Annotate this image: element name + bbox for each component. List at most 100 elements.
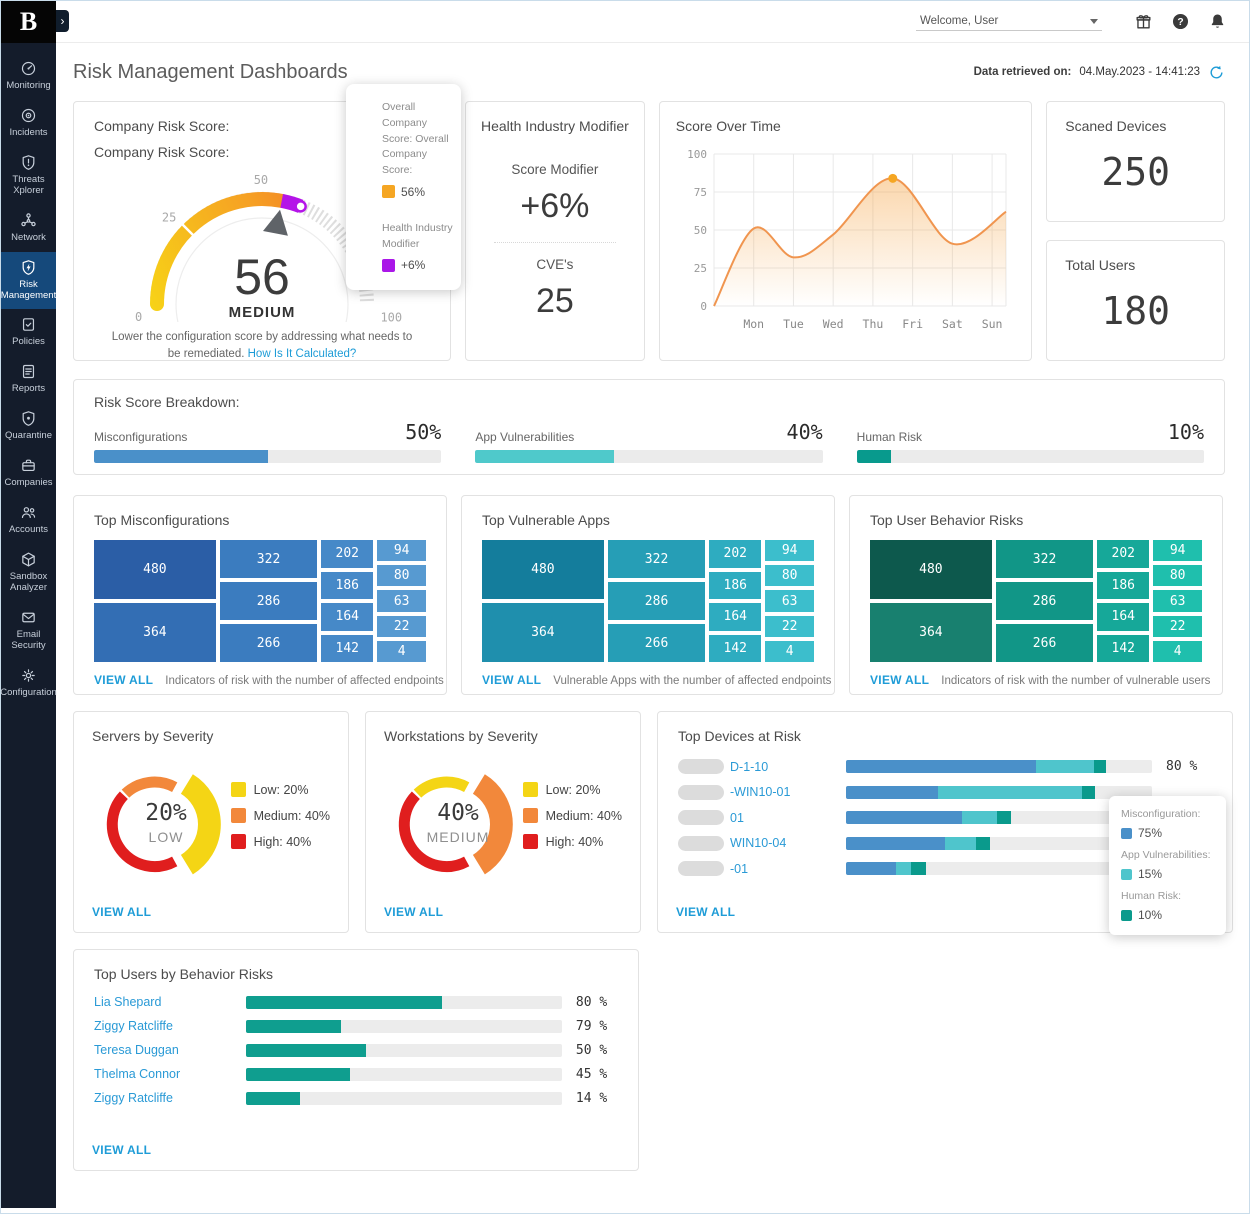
treemap-view-all-link[interactable]: VIEW ALL [870,673,929,687]
sidebar-item-monitoring[interactable]: Monitoring [1,53,56,100]
total-users-value: 180 [1065,289,1206,333]
risk-score-breakdown-card: Risk Score Breakdown: Misconfigurations5… [73,379,1225,475]
legend-label: High: 40% [254,835,312,849]
user-risk-bar [246,1044,562,1057]
servers-view-all-link[interactable]: VIEW ALL [92,905,151,919]
device-name-link[interactable]: -01 [730,862,846,876]
sidebar-expand-chevron-icon[interactable]: › [56,10,69,32]
how-calculated-link[interactable]: How Is It Calculated? [248,348,357,360]
device-name-link[interactable]: 01 [730,811,846,825]
sidebar-item-network[interactable]: Network [1,205,56,252]
monitoring-icon [20,60,37,77]
sidebar-item-label: Risk Management [1,280,56,302]
device-risk-bar [846,760,1152,773]
treemap-cell: 142 [321,635,373,663]
treemap-cell: 142 [1097,635,1149,663]
score-modifier-label: Score Modifier [476,162,634,177]
sidebar-item-companies[interactable]: Companies [1,450,56,497]
gauge-tooltip-overall-value: 56% [401,185,425,199]
notifications-bell-icon[interactable] [1208,12,1227,31]
treemap-cell: 364 [482,603,604,662]
svg-text:25: 25 [694,262,707,275]
treemap-title: Top User Behavior Risks [870,512,1202,528]
modifier-swatch [382,259,395,272]
treemap-caption: Vulnerable Apps with the number of affec… [553,675,831,687]
sidebar-item-reports[interactable]: Reports [1,356,56,403]
treemap-caption: Indicators of risk with the number of af… [165,675,444,687]
treemap-cell: 322 [608,540,705,578]
refresh-icon[interactable] [1208,64,1225,81]
treemap-cell: 4 [377,641,426,662]
devices-view-all-link[interactable]: VIEW ALL [676,905,735,919]
user-menu[interactable]: Welcome, User [916,12,1102,31]
svg-text:?: ? [1177,17,1183,28]
sidebar-item-threats[interactable]: Threats Xplorer [1,147,56,205]
servers-severity-legend: Low: 20%Medium: 40%High: 40% [231,782,330,906]
legend-item: Low: 20% [523,782,622,797]
top-users-title: Top Users by Behavior Risks [94,966,618,982]
sidebar-item-configuration[interactable]: Configuration [1,660,56,707]
treemap-cell: 202 [1097,540,1149,568]
treemap-cell: 266 [996,624,1093,662]
treemap-cell: 322 [996,540,1093,578]
treemap-cell: 94 [377,540,426,561]
sidebar-item-accounts[interactable]: Accounts [1,497,56,544]
workstations-severity-legend: Low: 20%Medium: 40%High: 40% [523,782,622,906]
device-name-link[interactable]: -WIN10-01 [730,785,846,799]
redacted-device-pill [678,785,724,800]
user-risk-value: 14 % [576,1091,618,1106]
users-view-all-link[interactable]: VIEW ALL [92,1143,151,1157]
sidebar-item-risk[interactable]: Risk Management [1,252,56,310]
device-risk-bar [846,811,1152,824]
sidebar-item-quarantine[interactable]: Quarantine [1,403,56,450]
treemap-cell: 63 [1153,590,1202,611]
user-risk-bar [246,1020,562,1033]
user-risk-bar [246,996,562,1009]
redacted-device-pill [678,810,724,825]
svg-text:Thu: Thu [862,317,883,331]
svg-text:Wed: Wed [823,317,844,331]
scanned-devices-value: 250 [1065,150,1206,194]
risk-icon [20,259,37,276]
sidebar-item-sandbox[interactable]: Sandbox Analyzer [1,544,56,602]
legend-swatch [231,808,246,823]
sidebar-item-label: Sandbox Analyzer [2,572,55,594]
user-name-link[interactable]: Ziggy Ratcliffe [94,1091,246,1105]
user-name-link[interactable]: Teresa Duggan [94,1043,246,1057]
treemap-cell: 63 [765,590,814,611]
health-industry-modifier-card: Health Industry Modifier Score Modifier … [465,101,645,361]
gauge-tooltip-modifier-label: Health Industry Modifier [382,221,453,253]
gift-icon[interactable] [1134,12,1153,31]
help-icon[interactable]: ? [1171,12,1190,31]
device-name-link[interactable]: D-1-10 [730,760,846,774]
legend-item: High: 40% [523,834,622,849]
reports-icon [20,363,37,380]
treemap-view-all-link[interactable]: VIEW ALL [482,673,541,687]
sidebar-item-label: Network [11,233,46,244]
user-risk-bar [246,1092,562,1105]
scanned-devices-card: Scaned Devices 250 [1046,101,1225,222]
legend-item: Medium: 40% [231,808,330,823]
sidebar-item-policies[interactable]: Policies [1,309,56,356]
user-name-link[interactable]: Ziggy Ratcliffe [94,1019,246,1033]
human-swatch [1121,910,1132,921]
treemap-cell: 186 [321,572,373,600]
device-name-link[interactable]: WIN10-04 [730,836,846,850]
total-users-card: Total Users 180 [1046,240,1225,361]
sidebar-item-email[interactable]: Email Security [1,602,56,660]
user-name-link[interactable]: Lia Shepard [94,995,246,1009]
sidebar-item-incidents[interactable]: Incidents [1,100,56,147]
sidebar-item-label: Reports [12,384,45,395]
misconfig-swatch [1121,828,1132,839]
score-over-time-title: Score Over Time [676,118,1018,134]
workstations-view-all-link[interactable]: VIEW ALL [384,905,443,919]
treemap-view-all-link[interactable]: VIEW ALL [94,673,153,687]
treemap-cell: 80 [765,565,814,586]
sandbox-icon [20,551,37,568]
sidebar-item-label: Configuration [0,688,57,699]
user-row: Lia Shepard80 % [94,990,618,1014]
svg-text:Sun: Sun [981,317,1002,331]
user-name-link[interactable]: Thelma Connor [94,1067,246,1081]
servers-donut-label: LOW [121,829,211,845]
health-modifier-title: Health Industry Modifier [476,118,634,134]
